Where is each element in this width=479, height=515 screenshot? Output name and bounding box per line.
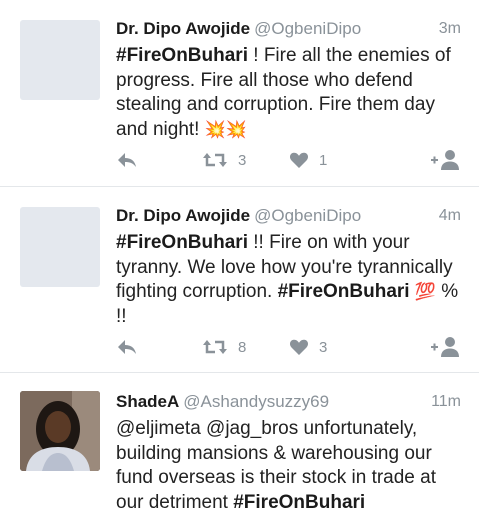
- emoji: 💯: [414, 282, 437, 301]
- tweet-text: #FireOnBuhari !! Fire on with your tyran…: [116, 231, 461, 329]
- retweet-count: 3: [238, 151, 247, 169]
- reply-icon: [118, 153, 136, 167]
- tweet-actions: 8 3: [116, 335, 461, 359]
- hashtag-link[interactable]: #FireOnBuhari: [278, 281, 410, 302]
- like-icon: [289, 339, 309, 355]
- author-name[interactable]: Dr. Dipo Awojide: [116, 19, 250, 38]
- timestamp: 3m: [438, 20, 461, 37]
- tweet[interactable]: Dr. Dipo Awojide @OgbeniDipo 3m #FireOnBu…: [0, 0, 479, 187]
- tweet-header: ShadeA @Ashandysuzzy69 11m: [116, 391, 461, 413]
- retweet-icon: [203, 153, 227, 167]
- like-icon: [289, 152, 309, 168]
- author-handle[interactable]: @OgbeniDipo: [254, 206, 361, 225]
- retweet-button[interactable]: 8: [202, 335, 246, 359]
- author-handle[interactable]: @OgbeniDipo: [254, 19, 361, 38]
- tweet-actions: 3 1: [116, 148, 461, 172]
- retweet-button[interactable]: 3: [202, 148, 246, 172]
- follow-icon: [431, 337, 459, 357]
- follow-button[interactable]: [429, 335, 461, 359]
- avatar[interactable]: [20, 207, 100, 287]
- tweet-text: @eljimeta @jag_bros unfortunately, build…: [116, 417, 461, 515]
- like-button[interactable]: 1: [289, 148, 327, 172]
- hashtag-link[interactable]: #FireOnBuhari: [233, 492, 365, 513]
- like-count: 1: [319, 151, 328, 169]
- like-count: 3: [319, 338, 328, 356]
- emoji: 💥💥: [204, 119, 248, 139]
- follow-button[interactable]: [429, 148, 461, 172]
- tweet-header: Dr. Dipo Awojide @OgbeniDipo 4m: [116, 205, 461, 227]
- avatar[interactable]: [20, 20, 100, 100]
- author-name[interactable]: Dr. Dipo Awojide: [116, 206, 250, 225]
- avatar-photo[interactable]: [20, 391, 100, 471]
- profile-photo-icon: [20, 391, 100, 471]
- tweet-text: #FireOnBuhari ! Fire all the enemies of …: [116, 44, 461, 142]
- timestamp: 11m: [431, 393, 461, 410]
- hashtag-link[interactable]: #FireOnBuhari: [116, 232, 248, 253]
- like-button[interactable]: 3: [289, 335, 327, 359]
- timeline: Dr. Dipo Awojide @OgbeniDipo 3m #FireOnBu…: [0, 0, 479, 513]
- retweet-icon: [203, 340, 227, 354]
- reply-icon: [118, 340, 136, 354]
- author-handle[interactable]: @Ashandysuzzy69: [183, 392, 329, 411]
- reply-button[interactable]: [116, 335, 138, 359]
- reply-button[interactable]: [116, 148, 138, 172]
- tweet[interactable]: ShadeA @Ashandysuzzy69 11m @eljimeta @jag…: [0, 373, 479, 513]
- tweet-header: Dr. Dipo Awojide @OgbeniDipo 3m: [116, 18, 461, 40]
- retweet-count: 8: [238, 338, 247, 356]
- timestamp: 4m: [438, 207, 461, 224]
- follow-icon: [431, 150, 459, 170]
- author-name[interactable]: ShadeA: [116, 392, 179, 411]
- tweet[interactable]: Dr. Dipo Awojide @OgbeniDipo 4m #FireOnBu…: [0, 187, 479, 373]
- hashtag-link[interactable]: #FireOnBuhari: [116, 45, 248, 66]
